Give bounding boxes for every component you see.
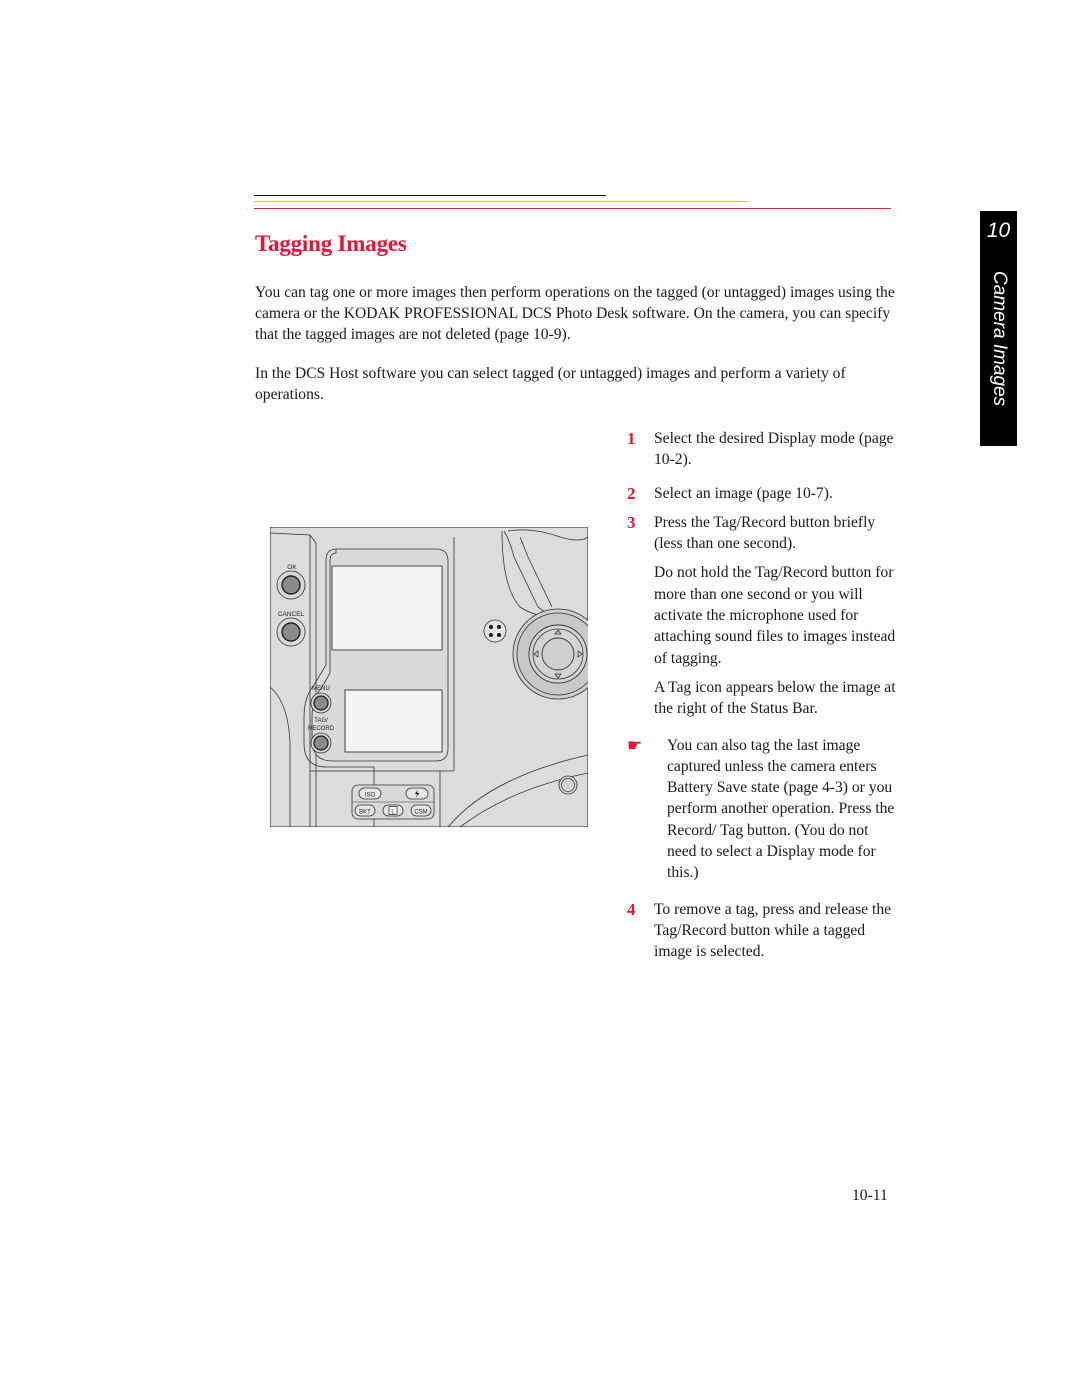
- step-note: Do not hold the Tag/Record button for mo…: [654, 564, 896, 667]
- bottom-lcd-screen: [344, 689, 443, 753]
- page-number: 10-11: [852, 1187, 888, 1204]
- tip-text: You can also tag the last image captured…: [667, 736, 895, 882]
- header-rule-gold: [254, 201, 748, 202]
- tip-note: ☛ You can also tag the last image captur…: [627, 735, 897, 884]
- step-number: 4: [627, 899, 636, 919]
- section-heading: Tagging Images: [255, 231, 407, 256]
- cancel-button: [281, 622, 301, 642]
- chapter-tab: 10 Camera Images: [980, 211, 1017, 446]
- tag-record-button: [313, 735, 329, 751]
- record-label: RECORD: [308, 726, 335, 732]
- step-number: 2: [627, 483, 636, 503]
- step-text: To remove a tag, press and release the T…: [654, 900, 892, 961]
- chapter-number: 10: [986, 219, 1011, 242]
- iso-label: ISO: [365, 793, 376, 799]
- csm-label: CSM: [414, 810, 427, 816]
- ok-label: OK: [287, 564, 297, 571]
- intro-paragraph: In the DCS Host software you can select …: [255, 365, 846, 403]
- step-text: Select the desired Display mode (page 10…: [654, 430, 894, 469]
- dpad-center-button: [541, 637, 575, 671]
- menu-label: MENU: [312, 686, 330, 692]
- menu-button: [313, 695, 329, 711]
- steps-list: 1 Select the desired Display mode (page …: [627, 428, 897, 963]
- header-rule-black: [254, 195, 606, 196]
- microphone-hole: [497, 625, 501, 629]
- step-item: 2 Select an image (page 10-7).: [627, 483, 897, 504]
- tag-label: TAG/: [314, 718, 328, 724]
- step-item: 4 To remove a tag, press and release the…: [627, 899, 897, 963]
- step-text: Select an image (page 10-7).: [654, 484, 833, 502]
- microphone-grille: [483, 619, 507, 643]
- microphone-hole: [497, 633, 501, 637]
- step-item: 1 Select the desired Display mode (page …: [627, 428, 897, 471]
- step-text: Press the Tag/Record button briefly (les…: [654, 513, 876, 553]
- cancel-label: CANCEL: [278, 611, 305, 618]
- camera-back-illustration: OK CANCEL MENU TAG/ RECORD ISO BKT L CSM: [270, 527, 588, 827]
- bkt-label: BKT: [359, 810, 371, 816]
- header-rule-red: [254, 208, 891, 209]
- chapter-title: Camera Images: [988, 271, 1010, 407]
- step-note: A Tag icon appears below the image at th…: [654, 678, 896, 718]
- top-lcd-screen: [331, 565, 443, 651]
- intro-paragraph: You can tag one or more images then perf…: [255, 284, 895, 343]
- microphone-hole: [489, 633, 493, 637]
- step-item: 3 Press the Tag/Record button briefly (l…: [627, 512, 897, 555]
- step-number: 1: [627, 429, 636, 448]
- step-number: 3: [627, 512, 636, 532]
- microphone-hole: [489, 625, 493, 629]
- pointing-hand-icon: ☛: [627, 735, 643, 755]
- ok-button: [281, 575, 301, 595]
